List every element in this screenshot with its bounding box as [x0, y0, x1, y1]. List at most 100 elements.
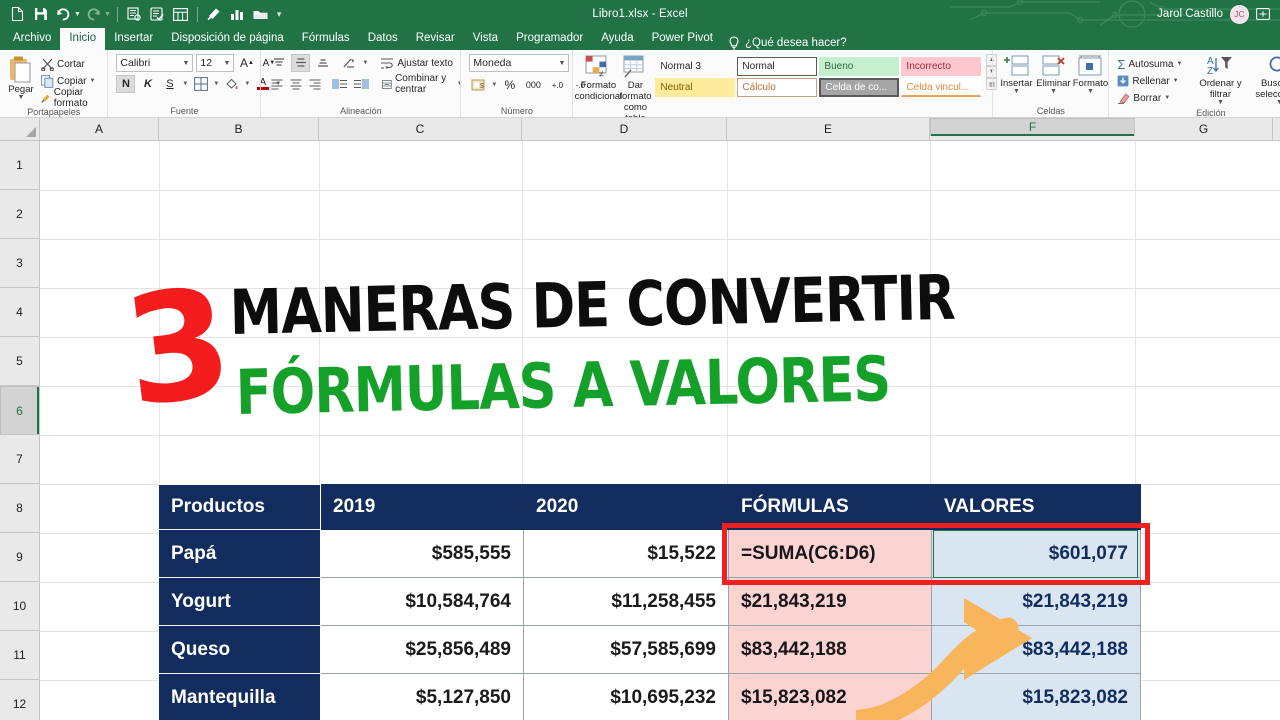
tab-formulas[interactable]: Fórmulas — [293, 28, 359, 50]
cell-producto[interactable]: Papá — [158, 529, 321, 578]
row-header-1[interactable]: 1 — [0, 141, 39, 190]
spelling-icon[interactable] — [147, 4, 168, 25]
row-header-5[interactable]: 5 — [0, 337, 39, 386]
chevron-down-icon[interactable]: ▼ — [217, 60, 230, 67]
paste-dropdown-icon[interactable]: ▼ — [18, 94, 25, 101]
format-painter-icon[interactable] — [204, 4, 225, 25]
row-header-4[interactable]: 4 — [0, 288, 39, 337]
accounting-dropdown-icon[interactable]: ▼ — [491, 82, 497, 88]
increase-indent-button[interactable] — [352, 75, 370, 93]
save-icon[interactable] — [30, 4, 51, 25]
style-incorrecto[interactable]: Incorrecto — [901, 57, 982, 76]
font-family-select[interactable]: Calibri ▼ — [116, 54, 194, 72]
fill-color-button[interactable] — [222, 75, 241, 93]
format-dropdown-icon[interactable]: ▼ — [1087, 88, 1094, 95]
select-all-corner[interactable] — [0, 118, 40, 140]
cell-producto[interactable]: Mantequilla — [158, 673, 321, 720]
cell-2020[interactable]: $57,585,699 — [523, 625, 729, 674]
cut-button[interactable]: Cortar — [41, 56, 103, 72]
data-table[interactable]: Productos 2019 2020 FÓRMULAS VALORES Pap… — [158, 484, 1141, 720]
orientation-button[interactable] — [340, 54, 359, 72]
borders-dropdown-icon[interactable]: ▼ — [213, 81, 219, 87]
quick-access-toolbar[interactable]: ▼ ▼ ▾ — [0, 4, 281, 25]
row-header-7[interactable]: 7 — [0, 435, 39, 484]
bold-button[interactable]: N — [116, 75, 136, 93]
cell-formula[interactable]: $83,442,188 — [728, 625, 932, 674]
format-painter-button[interactable]: Copiar formato — [41, 87, 103, 109]
row-header-8[interactable]: 8 — [0, 484, 39, 533]
redo-icon[interactable] — [83, 4, 104, 25]
tab-vista[interactable]: Vista — [464, 28, 507, 50]
autosum-dropdown-icon[interactable]: ▼ — [1177, 61, 1183, 67]
tab-revisar[interactable]: Revisar — [407, 28, 464, 50]
column-header-g[interactable]: G — [1135, 118, 1273, 140]
cell-2019[interactable]: $25,856,489 — [320, 625, 524, 674]
conditional-formatting-button[interactable]: ≠ Formato condicional — [575, 54, 622, 103]
row-header-2[interactable]: 2 — [0, 190, 39, 239]
row-header-10[interactable]: 10 — [0, 582, 39, 631]
tab-datos[interactable]: Datos — [359, 28, 407, 50]
ribbon-display-options-icon[interactable] — [1256, 8, 1270, 20]
chevron-down-icon[interactable]: ▼ — [552, 60, 565, 67]
find-dropdown-icon[interactable]: ▼ — [1276, 99, 1280, 106]
cell-valor[interactable]: $601,077 — [931, 529, 1141, 578]
copy-dropdown-icon[interactable]: ▼ — [89, 78, 95, 84]
undo-dropdown-icon[interactable]: ▼ — [74, 11, 81, 18]
style-normal-3[interactable]: Normal 3 — [655, 57, 736, 76]
comma-format-button[interactable]: 000 — [522, 76, 544, 94]
delete-cells-button[interactable]: Eliminar ▼ — [1036, 54, 1071, 96]
cell-valor[interactable]: $15,823,082 — [931, 673, 1141, 720]
print-preview-icon[interactable] — [124, 4, 145, 25]
column-header-b[interactable]: B — [159, 118, 319, 140]
table-row[interactable]: Yogurt $10,584,764 $11,258,455 $21,843,2… — [158, 577, 1141, 626]
row-header-6[interactable]: 6 — [0, 386, 39, 435]
underline-dropdown-icon[interactable]: ▼ — [182, 81, 188, 87]
qat-overflow-icon[interactable]: ▾ — [277, 9, 282, 19]
style-celda-de-comprobacion[interactable]: Celda de co... — [819, 78, 900, 97]
table-row[interactable]: Queso $25,856,489 $57,585,699 $83,442,18… — [158, 625, 1141, 674]
column-header-a[interactable]: A — [40, 118, 159, 140]
tab-inicio[interactable]: Inicio — [60, 28, 106, 50]
cell-2020[interactable]: $15,522 — [523, 529, 729, 578]
fill-dropdown-icon[interactable]: ▼ — [1173, 78, 1179, 84]
cell-formula[interactable]: $15,823,082 — [728, 673, 932, 720]
decrease-indent-button[interactable] — [331, 75, 349, 93]
find-select-button[interactable]: Buscar y seleccionar ▼ — [1250, 54, 1280, 107]
insert-cells-button[interactable]: Insertar ▼ — [999, 54, 1033, 96]
wrap-text-button[interactable]: Ajustar texto — [380, 55, 453, 71]
cell-2019[interactable]: $585,555 — [320, 529, 524, 578]
delete-dropdown-icon[interactable]: ▼ — [1050, 88, 1057, 95]
cell-2020[interactable]: $11,258,455 — [523, 577, 729, 626]
sort-dropdown-icon[interactable]: ▼ — [1217, 99, 1224, 106]
table-row[interactable]: Papá $585,555 $15,522 =SUMA(C6:D6) $601,… — [158, 529, 1141, 578]
style-normal[interactable]: Normal — [737, 57, 818, 76]
increase-font-size-button[interactable]: A ▲ — [237, 54, 256, 72]
increase-decimal-button[interactable]: +.0 — [547, 76, 567, 94]
cell-2019[interactable]: $10,584,764 — [320, 577, 524, 626]
format-cells-button[interactable]: Formato ▼ — [1073, 54, 1108, 96]
align-center-button[interactable] — [288, 75, 304, 93]
column-header-f[interactable]: F — [930, 118, 1135, 136]
avatar[interactable]: JC — [1230, 4, 1249, 24]
underline-button[interactable]: S — [160, 75, 179, 93]
tab-programador[interactable]: Programador — [507, 28, 592, 50]
style-calculo[interactable]: Cálculo — [737, 78, 818, 97]
tell-me-box[interactable]: ¿Qué desea hacer? — [722, 36, 847, 50]
new-file-icon[interactable] — [7, 4, 28, 25]
tab-archivo[interactable]: Archivo — [4, 28, 60, 50]
align-right-button[interactable] — [307, 75, 323, 93]
undo-icon[interactable] — [53, 4, 74, 25]
align-top-button[interactable] — [269, 54, 288, 72]
fill-button[interactable]: Rellenar ▼ — [1117, 73, 1182, 89]
cell-producto[interactable]: Queso — [158, 625, 321, 674]
style-neutral[interactable]: Neutral — [655, 78, 736, 97]
row-header-3[interactable]: 3 — [0, 239, 39, 288]
cell-formula[interactable]: =SUMA(C6:D6) — [728, 529, 932, 578]
clear-dropdown-icon[interactable]: ▼ — [1164, 95, 1170, 101]
tab-insertar[interactable]: Insertar — [105, 28, 162, 50]
align-left-button[interactable] — [269, 75, 285, 93]
column-header-e[interactable]: E — [727, 118, 930, 140]
format-as-table-button[interactable]: Dar formato como tabla — [618, 54, 652, 117]
style-bueno[interactable]: Bueno — [819, 57, 900, 76]
cell-valor[interactable]: $83,442,188 — [931, 625, 1141, 674]
